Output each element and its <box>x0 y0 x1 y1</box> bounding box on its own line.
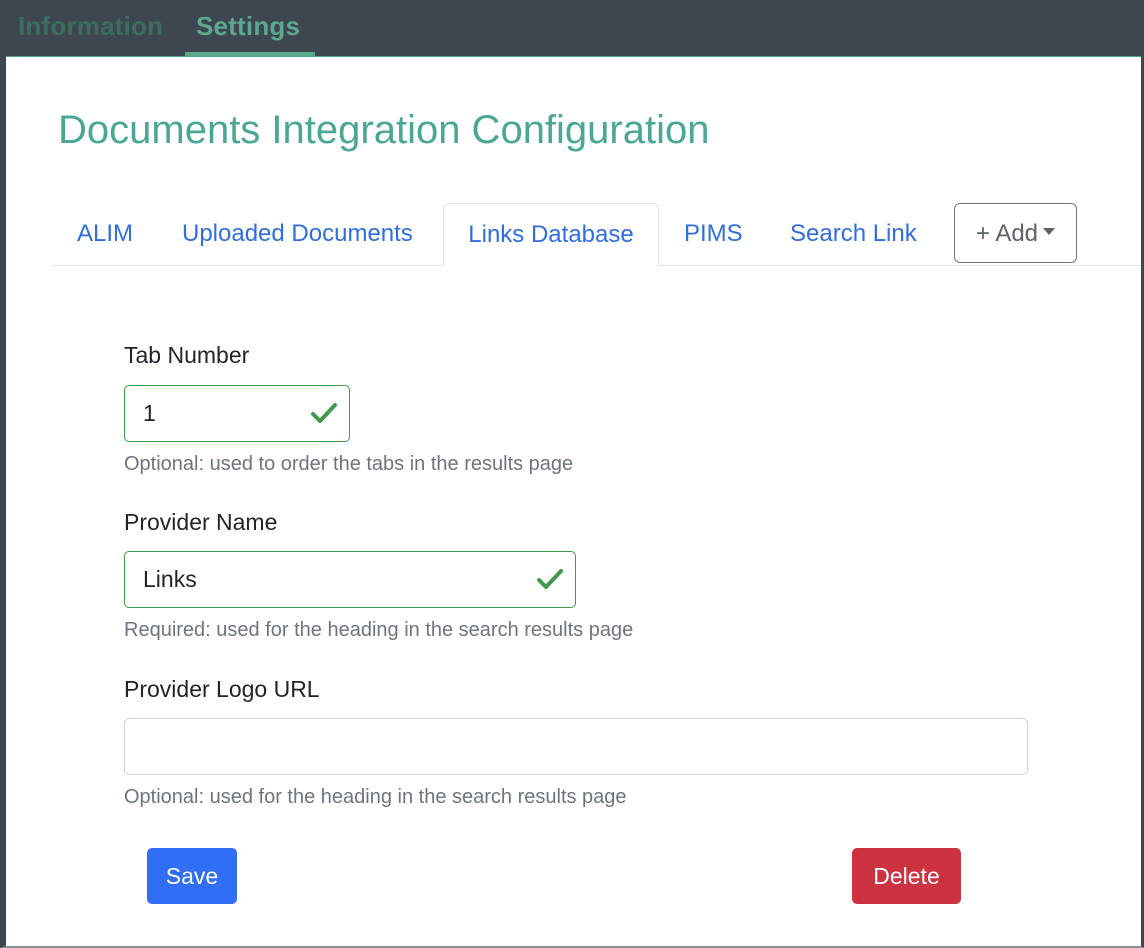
provider-logo-url-input[interactable] <box>124 718 1028 775</box>
provider-name-input[interactable]: Links <box>124 551 576 608</box>
provider-logo-url-label: Provider Logo URL <box>124 676 320 702</box>
check-icon <box>537 569 563 589</box>
provider-logo-url-help: Optional: used for the heading in the se… <box>124 786 627 808</box>
tab-pims[interactable]: PIMS <box>684 203 743 265</box>
page-title: Documents Integration Configuration <box>58 108 710 152</box>
tab-number-input[interactable]: 1 <box>124 385 350 442</box>
provider-name-value: Links <box>143 566 197 592</box>
caret-down-icon <box>1043 228 1056 236</box>
tab-number-help: Optional: used to order the tabs in the … <box>124 453 574 475</box>
tab-search-link[interactable]: Search Link <box>790 203 917 265</box>
save-button[interactable]: Save <box>147 848 237 904</box>
tab-alim[interactable]: ALIM <box>77 203 133 265</box>
provider-name-help: Required: used for the heading in the se… <box>124 619 634 641</box>
tab-uploaded-documents[interactable]: Uploaded Documents <box>182 203 413 265</box>
tab-links-database[interactable]: Links Database <box>443 203 659 266</box>
add-provider-dropdown-button[interactable]: + Add <box>954 203 1077 263</box>
add-button-label: + Add <box>975 220 1039 247</box>
tab-number-value: 1 <box>143 400 156 426</box>
tab-number-label: Tab Number <box>124 342 250 368</box>
provider-name-label: Provider Name <box>124 509 278 535</box>
delete-button[interactable]: Delete <box>852 848 961 904</box>
check-icon <box>311 403 337 423</box>
